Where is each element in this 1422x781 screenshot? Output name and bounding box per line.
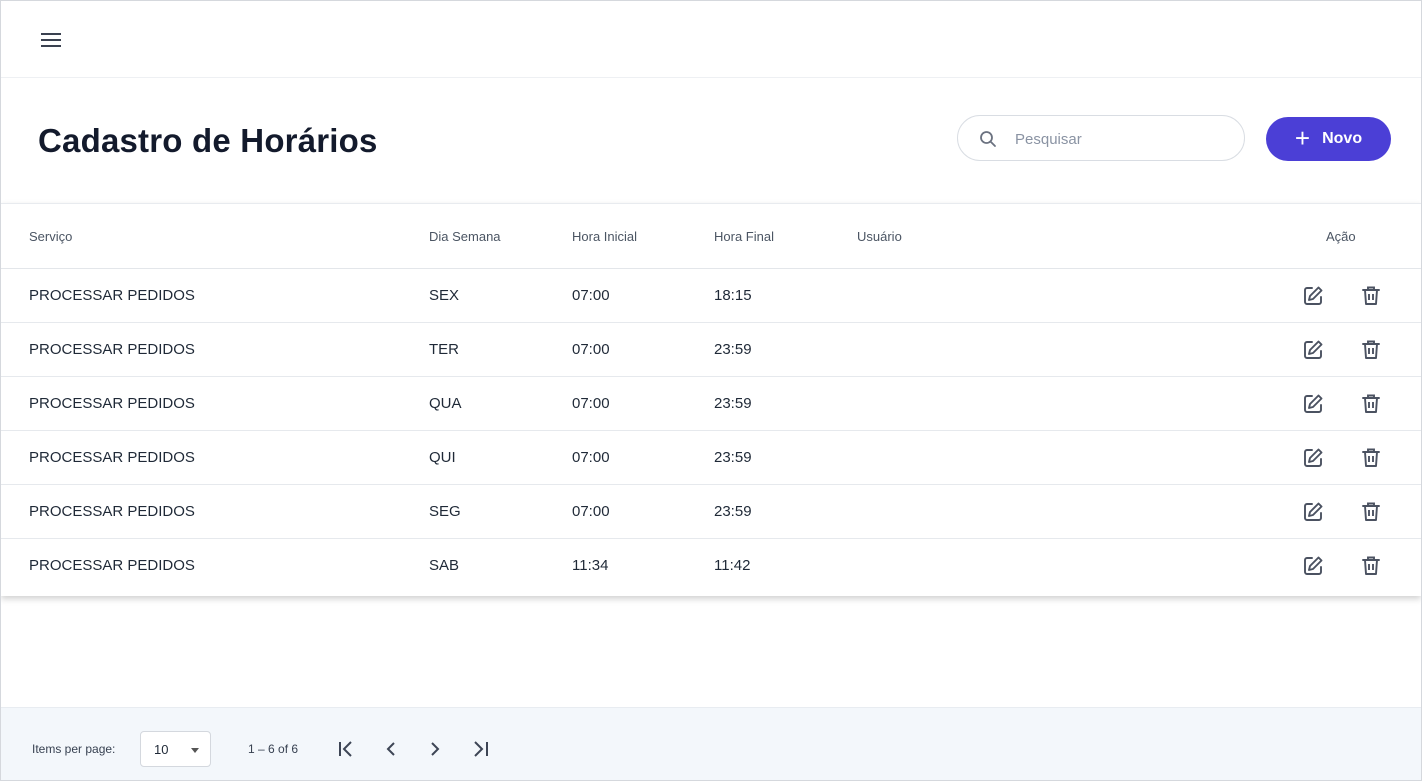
cell-hora-final: 23:59	[714, 322, 857, 377]
table-row[interactable]: PROCESSAR PEDIDOS TER 07:00 23:59	[1, 322, 1421, 377]
items-per-page-label: Items per page:	[32, 742, 116, 756]
column-header-hora-final[interactable]: Hora Final	[714, 204, 857, 269]
new-button-label: Novo	[1322, 130, 1363, 147]
trash-icon[interactable]	[1358, 283, 1384, 309]
cell-acao	[1280, 376, 1421, 431]
paginator: Items per page: 10 1 – 6 of 6	[1, 707, 1421, 780]
cell-hora-inicial: 07:00	[572, 376, 714, 431]
edit-icon[interactable]	[1300, 553, 1326, 579]
cell-hora-final: 23:59	[714, 430, 857, 485]
table-row[interactable]: PROCESSAR PEDIDOS QUA 07:00 23:59	[1, 376, 1421, 431]
trash-icon[interactable]	[1358, 391, 1384, 417]
column-header-acao: Ação	[1280, 204, 1421, 269]
cell-hora-inicial: 07:00	[572, 430, 714, 485]
cell-hora-final: 23:59	[714, 376, 857, 431]
column-header-acao-label: Ação	[1326, 228, 1356, 244]
cell-usuario	[857, 322, 1280, 377]
trash-icon[interactable]	[1358, 337, 1384, 363]
schedule-table-card: Serviço Dia Semana Hora Inicial Hora Fin…	[1, 203, 1421, 596]
cell-hora-final: 11:42	[714, 557, 751, 574]
page-range-label: 1 – 6 of 6	[248, 742, 299, 756]
cell-hora-inicial: 11:34	[572, 557, 609, 574]
items-per-page-select[interactable]: 10	[140, 731, 211, 767]
cell-hora-inicial: 07:00	[572, 484, 714, 539]
cell-usuario	[857, 268, 1280, 323]
table-body: PROCESSAR PEDIDOS SEX 07:00 18:15 PROCESSAR …	[1, 268, 1421, 593]
cell-servico: PROCESSAR PEDIDOS	[29, 557, 195, 574]
chevron-right-icon[interactable]	[424, 738, 446, 760]
cell-usuario	[857, 539, 1280, 593]
row-actions	[1280, 283, 1421, 309]
cell-usuario	[857, 484, 1280, 539]
column-header-usuario[interactable]: Usuário	[857, 204, 1280, 269]
cell-dia-semana: SEG	[429, 484, 572, 539]
last-page-icon[interactable]	[470, 738, 492, 760]
new-button[interactable]: + Novo	[1266, 117, 1391, 161]
row-actions	[1280, 553, 1421, 579]
chevron-down-icon	[191, 748, 199, 753]
cell-hora-inicial: 07:00	[572, 322, 714, 377]
cell-acao	[1280, 539, 1421, 593]
column-header-servico[interactable]: Serviço	[1, 204, 429, 269]
column-header-hora-inicial[interactable]: Hora Inicial	[572, 204, 714, 269]
row-actions	[1280, 499, 1421, 525]
row-actions	[1280, 445, 1421, 471]
page-title: Cadastro de Horários	[38, 122, 378, 159]
edit-icon[interactable]	[1300, 283, 1326, 309]
trash-icon[interactable]	[1358, 445, 1384, 471]
edit-icon[interactable]	[1300, 499, 1326, 525]
cell-hora-inicial: 07:00	[572, 268, 714, 323]
top-bar	[1, 1, 1421, 78]
items-per-page-value: 10	[154, 742, 169, 757]
edit-icon[interactable]	[1300, 391, 1326, 417]
page-header: Cadastro de Horários + Novo	[1, 78, 1421, 203]
cell-servico: PROCESSAR PEDIDOS	[1, 430, 429, 485]
trash-icon[interactable]	[1358, 499, 1384, 525]
trash-icon[interactable]	[1358, 553, 1384, 579]
row-actions	[1280, 391, 1421, 417]
search-icon	[978, 129, 998, 149]
cell-dia-semana: TER	[429, 322, 572, 377]
chevron-left-icon[interactable]	[380, 738, 402, 760]
app-window: Cadastro de Horários + Novo Serviço Dia …	[0, 0, 1422, 781]
cell-dia-semana: QUA	[429, 376, 572, 431]
cell-hora-final: 23:59	[714, 484, 857, 539]
search-input[interactable]	[1013, 124, 1232, 154]
first-page-icon[interactable]	[335, 738, 357, 760]
edit-icon[interactable]	[1300, 337, 1326, 363]
cell-servico: PROCESSAR PEDIDOS	[1, 376, 429, 431]
cell-acao	[1280, 430, 1421, 485]
search-box[interactable]	[957, 115, 1245, 161]
cell-usuario	[857, 376, 1280, 431]
table-row[interactable]: PROCESSAR PEDIDOS SAB 11:34 11:42	[1, 539, 1421, 593]
cell-usuario	[857, 430, 1280, 485]
cell-servico: PROCESSAR PEDIDOS	[1, 484, 429, 539]
table-row[interactable]: PROCESSAR PEDIDOS SEG 07:00 23:59	[1, 484, 1421, 539]
plus-icon: +	[1294, 123, 1311, 153]
cell-servico: PROCESSAR PEDIDOS	[1, 322, 429, 377]
cell-acao	[1280, 322, 1421, 377]
cell-dia-semana: QUI	[429, 430, 572, 485]
schedule-table: Serviço Dia Semana Hora Inicial Hora Fin…	[1, 204, 1421, 592]
table-header-row: Serviço Dia Semana Hora Inicial Hora Fin…	[1, 204, 1421, 269]
table-row[interactable]: PROCESSAR PEDIDOS QUI 07:00 23:59	[1, 430, 1421, 485]
column-header-dia-semana[interactable]: Dia Semana	[429, 204, 572, 269]
cell-dia-semana: SAB	[429, 557, 460, 574]
hamburger-menu-icon[interactable]	[39, 28, 63, 52]
cell-acao	[1280, 268, 1421, 323]
cell-dia-semana: SEX	[429, 268, 572, 323]
table-row[interactable]: PROCESSAR PEDIDOS SEX 07:00 18:15	[1, 268, 1421, 323]
cell-acao	[1280, 484, 1421, 539]
cell-hora-final: 18:15	[714, 268, 857, 323]
row-actions	[1280, 337, 1421, 363]
edit-icon[interactable]	[1300, 445, 1326, 471]
cell-servico: PROCESSAR PEDIDOS	[1, 268, 429, 323]
